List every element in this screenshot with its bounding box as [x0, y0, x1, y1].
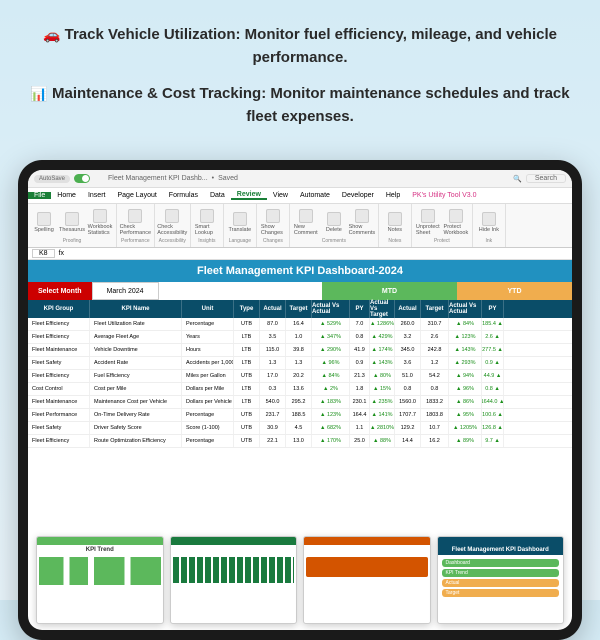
hide-ink-button[interactable]: Hide Ink	[477, 212, 501, 233]
tablet-frame: AutoSave Fleet Management KPI Dashb... •…	[18, 160, 582, 640]
search-box[interactable]: Search	[526, 174, 566, 183]
table-row[interactable]: Fleet EfficiencyRoute Optimization Effic…	[28, 435, 572, 448]
thumb-kpi-trend[interactable]: KPI Trend	[36, 536, 164, 624]
notes-button[interactable]: Notes	[383, 212, 407, 233]
thesaurus-button[interactable]: Thesaurus	[60, 212, 84, 233]
formula-bar[interactable]: K8 fx	[28, 248, 572, 260]
tab-file[interactable]: File	[28, 192, 51, 199]
thumb-dashboard[interactable]: Fleet Management KPI DashboardDashboardK…	[437, 536, 565, 624]
table-row[interactable]: Fleet SafetyDriver Safety ScoreScore (1-…	[28, 422, 572, 435]
autosave-label: AutoSave	[34, 175, 70, 183]
tab-formulas[interactable]: Formulas	[163, 192, 204, 199]
ribbon: SpellingThesaurusWorkbook StatisticsProo…	[28, 204, 572, 248]
show-comments-button[interactable]: Show Comments	[350, 209, 374, 236]
tab-home[interactable]: Home	[51, 192, 82, 199]
table-body: Fleet EfficiencyFleet Utilization RatePe…	[28, 318, 572, 448]
unprotect-sheet-button[interactable]: Unprotect Sheet	[416, 209, 440, 236]
tab-view[interactable]: View	[267, 192, 294, 199]
table-row[interactable]: Fleet SafetyAccident RateAccidents per 1…	[28, 357, 572, 370]
tab-pagelayout[interactable]: Page Layout	[111, 192, 162, 199]
check-performance-button[interactable]: Check Performance	[123, 209, 147, 236]
mtd-header: MTD	[322, 282, 457, 300]
table-row[interactable]: Fleet PerformanceOn-Time Delivery RatePe…	[28, 409, 572, 422]
table-row[interactable]: Fleet MaintenanceMaintenance Cost per Ve…	[28, 396, 572, 409]
filename: Fleet Management KPI Dashb...	[108, 175, 208, 182]
tab-insert[interactable]: Insert	[82, 192, 112, 199]
preview-thumbnails: KPI Trend Fleet Management KPI Dashboard…	[36, 536, 564, 624]
thumb-orange-sheet[interactable]	[303, 536, 431, 624]
new-comment-button[interactable]: New Comment	[294, 209, 318, 236]
show-changes-button[interactable]: Show Changes	[261, 209, 285, 236]
tab-data[interactable]: Data	[204, 192, 231, 199]
tab-automate[interactable]: Automate	[294, 192, 336, 199]
name-box[interactable]: K8	[32, 249, 55, 258]
table-row[interactable]: Cost ControlCost per MileDollars per Mil…	[28, 383, 572, 396]
fx-icon[interactable]: fx	[59, 250, 64, 257]
workbook-stats-button[interactable]: Workbook Statistics	[88, 209, 112, 236]
saved-status: Saved	[218, 175, 238, 182]
dashboard-title: Fleet Management KPI Dashboard-2024	[28, 260, 572, 282]
headline-2: 📊 Maintenance & Cost Tracking: Monitor m…	[30, 83, 570, 128]
thumb-green-sheet[interactable]	[170, 536, 298, 624]
table-row[interactable]: Fleet MaintenanceVehicle DowntimeHoursLT…	[28, 344, 572, 357]
tab-review[interactable]: Review	[231, 191, 267, 200]
select-month-label: Select Month	[28, 282, 92, 300]
ytd-header: YTD	[457, 282, 572, 300]
table-row[interactable]: Fleet EfficiencyFleet Utilization RatePe…	[28, 318, 572, 331]
autosave-toggle[interactable]	[74, 174, 90, 183]
table-row[interactable]: Fleet EfficiencyAverage Fleet AgeYearsLT…	[28, 331, 572, 344]
tab-help[interactable]: Help	[380, 192, 406, 199]
check-accessibility-button[interactable]: Check Accessibility	[160, 209, 184, 236]
table-header: KPI Group KPI Name Unit Type Actual Targ…	[28, 300, 572, 318]
month-dropdown[interactable]: March 2024	[92, 282, 159, 300]
tab-utility[interactable]: PK's Utility Tool V3.0	[406, 192, 482, 199]
translate-button[interactable]: Translate	[228, 212, 252, 233]
ribbon-tabs: File Home Insert Page Layout Formulas Da…	[28, 188, 572, 204]
spelling-button[interactable]: Spelling	[32, 212, 56, 233]
protect-workbook-button[interactable]: Protect Workbook	[444, 209, 468, 236]
delete-comment-button[interactable]: Delete	[322, 212, 346, 233]
tab-developer[interactable]: Developer	[336, 192, 380, 199]
table-row[interactable]: Fleet EfficiencyFuel EfficiencyMiles per…	[28, 370, 572, 383]
window-titlebar: AutoSave Fleet Management KPI Dashb... •…	[28, 170, 572, 188]
headline-1: 🚗 Track Vehicle Utilization: Monitor fue…	[30, 24, 570, 69]
smart-lookup-button[interactable]: Smart Lookup	[195, 209, 219, 236]
